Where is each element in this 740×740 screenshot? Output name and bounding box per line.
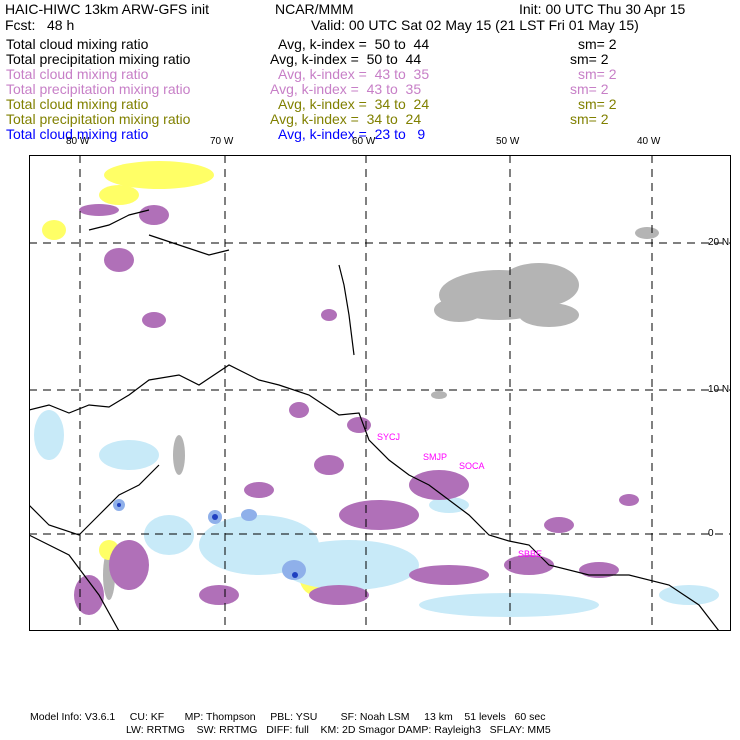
field-sm: sm= 2: [570, 51, 609, 67]
field-name: Total cloud mixing ratio: [6, 96, 149, 112]
valid-time: Valid: 00 UTC Sat 02 May 15 (21 LST Fri …: [311, 17, 639, 33]
lon-label: 50 W: [496, 136, 520, 147]
lon-label: 80 W: [66, 136, 90, 147]
field-avg: Avg, k-index = 34 to 24: [270, 111, 422, 127]
field-name: Total precipitation mixing ratio: [6, 111, 191, 127]
org-label: NCAR/MMM: [275, 1, 354, 17]
field-sm: sm= 2: [578, 66, 617, 82]
map-panel: [29, 155, 731, 631]
field-avg: Avg, k-index = 43 to 35: [278, 66, 430, 82]
forecast-hour: Fcst: 48 h: [5, 17, 75, 33]
lon-label: 70 W: [210, 136, 234, 147]
model-title: HAIC-HIWC 13km ARW-GFS init: [5, 1, 210, 17]
field-avg: Avg, k-index = 50 to 44: [270, 51, 422, 67]
lon-label: 60 W: [352, 136, 376, 147]
station-label: SYCJ: [377, 432, 401, 442]
field-sm: sm= 2: [578, 36, 617, 52]
field-name: Total precipitation mixing ratio: [6, 51, 191, 67]
lon-label: 40 W: [637, 136, 661, 147]
station-label: SMJP: [423, 452, 448, 462]
field-sm: sm= 2: [578, 96, 617, 112]
field-avg: Avg, k-index = 50 to 44: [278, 36, 430, 52]
field-avg: Avg, k-index = 34 to 24: [278, 96, 430, 112]
station-label: SOCA: [459, 461, 485, 471]
field-name: Total cloud mixing ratio: [6, 36, 149, 52]
init-time: Init: 00 UTC Thu 30 Apr 15: [519, 1, 686, 17]
field-sm: sm= 2: [570, 111, 609, 127]
model-info-line2: LW: RRTMG SW: RRTMG DIFF: full KM: 2D Sm…: [126, 724, 551, 736]
field-name: Total cloud mixing ratio: [6, 66, 149, 82]
model-info-line1: Model Info: V3.6.1 CU: KF MP: Thompson P…: [30, 711, 546, 723]
station-label: SBBE: [518, 549, 543, 559]
field-name: Total precipitation mixing ratio: [6, 81, 191, 97]
field-sm: sm= 2: [570, 81, 609, 97]
field-avg: Avg, k-index = 43 to 35: [270, 81, 422, 97]
